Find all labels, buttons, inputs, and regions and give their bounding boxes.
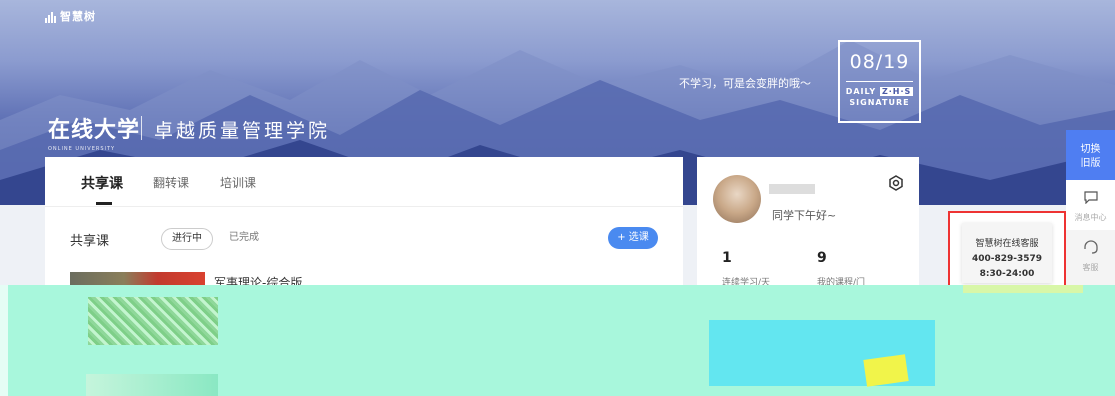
filter-completed[interactable]: 已完成 xyxy=(219,228,269,250)
stat-streak-value: 1 xyxy=(722,250,732,266)
filter-in-progress[interactable]: 进行中 xyxy=(161,228,213,250)
avatar[interactable] xyxy=(713,175,761,223)
glitch-block xyxy=(86,374,218,396)
course-tabs: 共享课 翻转课 培训课 xyxy=(45,157,683,207)
brand-name: 在线大学 xyxy=(48,118,141,143)
glitch-strip xyxy=(0,285,8,396)
brand-logo[interactable]: 在线大学 ONLINE UNIVERSITY xyxy=(48,112,140,152)
school-name: 卓越质量管理学院 xyxy=(154,120,331,142)
message-icon xyxy=(1084,191,1098,204)
support-info: 智慧树在线客服 400-829-3579 8:30-24:00 xyxy=(962,223,1052,283)
render-glitch-overlay xyxy=(0,285,1115,396)
daily-label: DAILY Z·H·S xyxy=(840,86,919,97)
zhs-tag: Z·H·S xyxy=(879,87,914,96)
customer-service-button[interactable]: 客服 xyxy=(1066,230,1115,285)
daily-signature-badge[interactable]: 08/19 DAILY Z·H·S SIGNATURE xyxy=(838,40,921,123)
message-center-button[interactable]: 消息中心 xyxy=(1066,180,1115,230)
headset-icon xyxy=(1084,240,1098,254)
settings-icon[interactable] xyxy=(888,175,904,191)
message-label: 消息中心 xyxy=(1074,213,1107,222)
brand-divider xyxy=(141,116,142,140)
daily-date: 08/19 xyxy=(849,51,910,73)
active-tab-indicator xyxy=(96,202,112,205)
top-logo[interactable]: 智慧树 xyxy=(45,8,96,24)
tab-training[interactable]: 培训课 xyxy=(220,174,256,191)
glitch-block xyxy=(88,297,218,345)
support-popup: 智慧树在线客服 400-829-3579 8:30-24:00 xyxy=(948,211,1066,292)
daily-word: DAILY xyxy=(845,87,877,96)
switch-old-version-button[interactable]: 切换 旧版 xyxy=(1066,130,1115,180)
tab-flipped[interactable]: 翻转课 xyxy=(153,174,189,191)
signature-label: SIGNATURE xyxy=(849,98,910,107)
switch-line2: 旧版 xyxy=(1080,158,1101,169)
support-phone[interactable]: 400-829-3579 xyxy=(962,252,1052,267)
service-label: 客服 xyxy=(1082,263,1099,272)
username-blurred xyxy=(769,184,815,194)
switch-line1: 切换 xyxy=(1080,144,1101,155)
section-title: 共享课 xyxy=(70,234,110,249)
top-logo-text: 智慧树 xyxy=(60,10,96,23)
tab-shared[interactable]: 共享课 xyxy=(81,173,123,193)
daily-divider xyxy=(846,81,913,82)
logo-bars-icon xyxy=(45,10,57,23)
stat-courses-value: 9 xyxy=(817,250,827,266)
glitch-block xyxy=(963,285,1083,293)
brand-subtitle: ONLINE UNIVERSITY xyxy=(48,146,116,152)
glitch-block xyxy=(863,354,909,387)
select-course-button[interactable]: + 选课 xyxy=(608,227,658,249)
greeting: 同学下午好~ xyxy=(772,209,837,222)
support-title: 智慧树在线客服 xyxy=(975,239,1039,249)
slogan: 不学习，可是会变胖的哦～ xyxy=(679,77,811,90)
support-hours: 8:30-24:00 xyxy=(979,269,1035,279)
